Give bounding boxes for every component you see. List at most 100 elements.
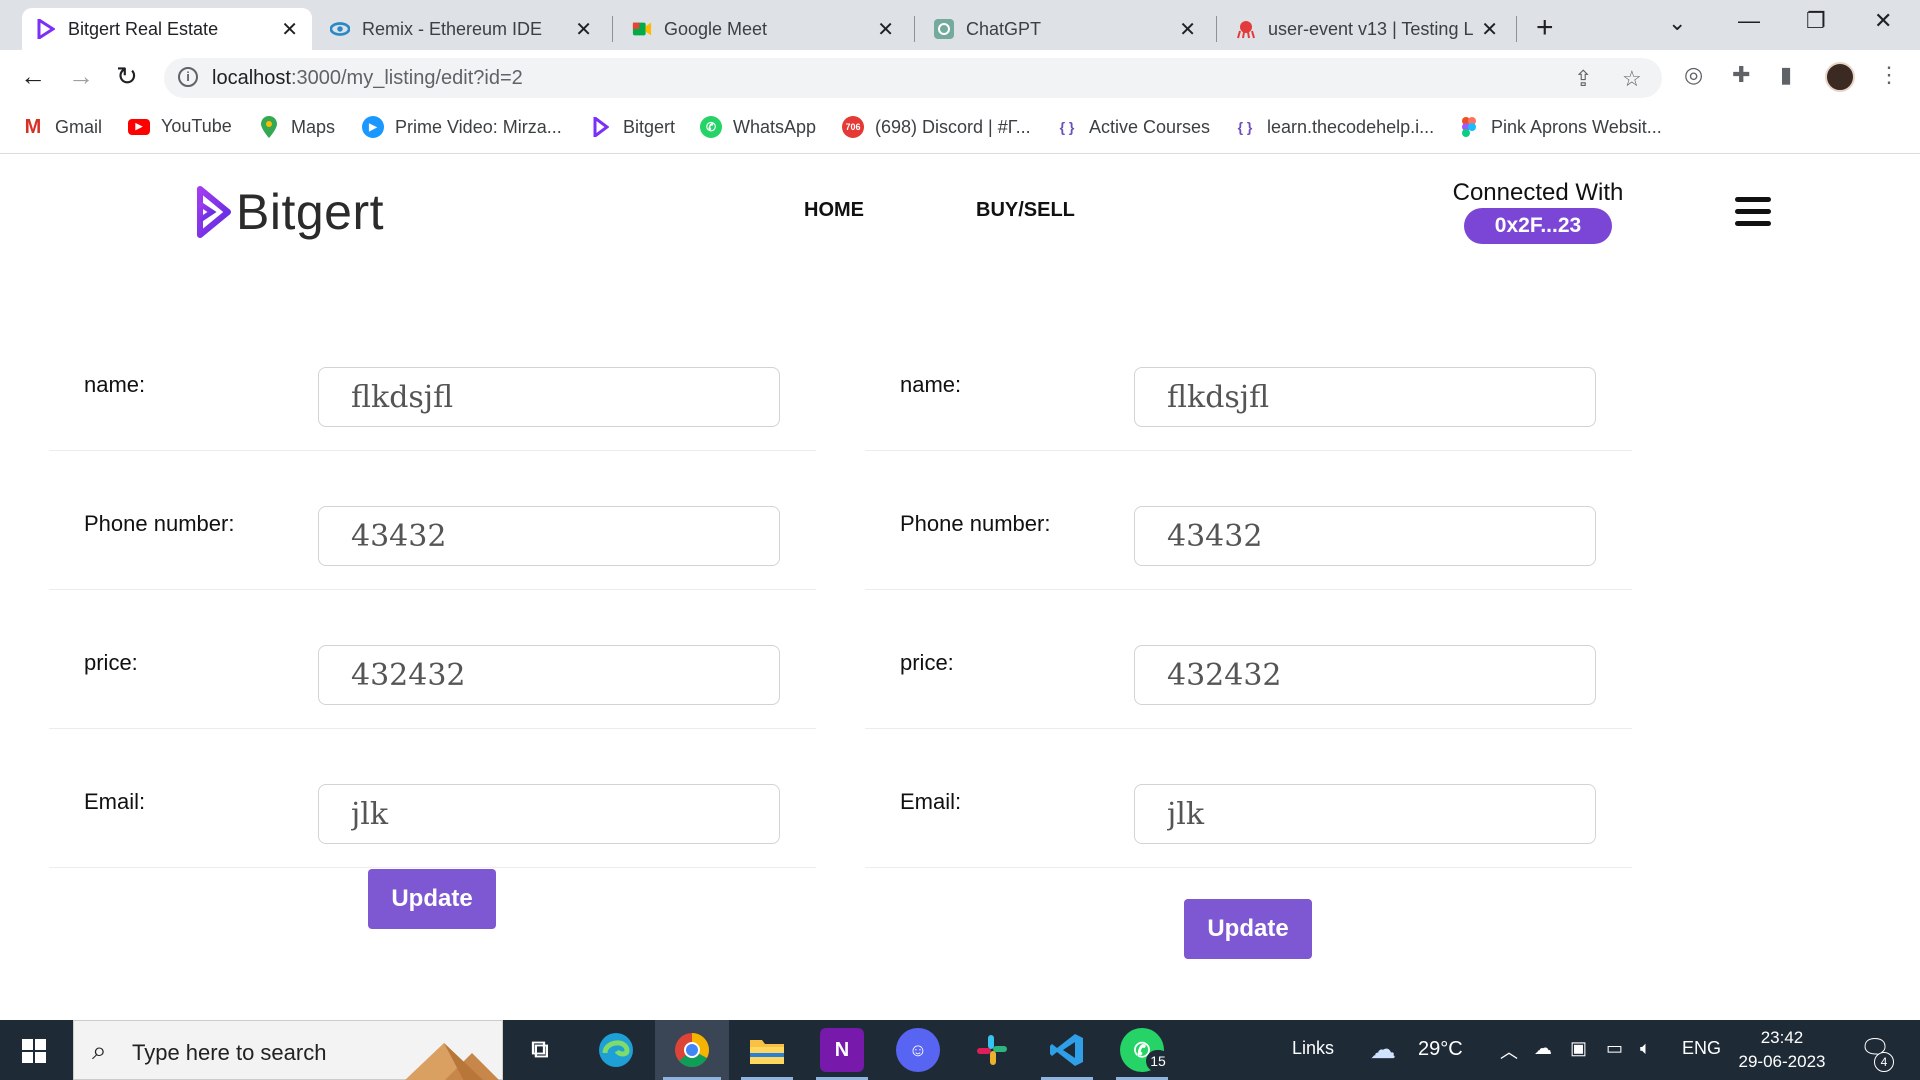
email-input[interactable] (318, 784, 780, 844)
profile-avatar[interactable] (1825, 62, 1855, 92)
tab-title: user-event v13 | Testing L (1268, 18, 1474, 39)
meet-now-icon[interactable]: ▣ (1570, 1038, 1587, 1059)
battery-icon[interactable]: ▭ (1606, 1038, 1623, 1059)
extensions-puzzle-icon[interactable]: ✚ (1732, 62, 1750, 88)
back-arrow-icon[interactable]: ← (20, 61, 46, 92)
brand-logo[interactable]: Bitgert (196, 183, 384, 241)
pyramids-illustration-icon (405, 1043, 499, 1080)
input-language[interactable]: ENG (1682, 1038, 1721, 1059)
field-label: Phone number: (900, 511, 1051, 536)
weather-cloud-icon[interactable]: ☁ (1370, 1034, 1396, 1065)
volume-icon[interactable]: 🔈︎ (1640, 1038, 1651, 1059)
octopus-icon (1236, 19, 1256, 39)
tab-title: Google Meet (664, 18, 768, 39)
tab-bitgert-real-estate[interactable]: Bitgert Real Estate ✕ (22, 8, 312, 50)
bookmark-maps[interactable]: Maps (258, 116, 335, 138)
bookmark-prime-video[interactable]: ▶ Prime Video: Mirza... (362, 116, 562, 138)
bookmark-label: YouTube (161, 116, 232, 136)
phone-input[interactable] (1134, 506, 1596, 566)
restore-icon[interactable]: ❐ (1806, 8, 1826, 34)
show-hidden-icons-chevron-icon[interactable]: ︿ (1500, 1038, 1518, 1064)
bookmark-pink-aprons[interactable]: Pink Aprons Websit... (1458, 116, 1662, 138)
url-path: :3000/my_listing/edit?id=2 (290, 67, 523, 89)
tab-search-chevron-icon[interactable]: ⌄ (1668, 10, 1686, 36)
bookmark-bitgert[interactable]: Bitgert (590, 116, 675, 138)
extension-circle-icon[interactable]: ◎ (1684, 62, 1703, 88)
tab-remix[interactable]: Remix - Ethereum IDE ✕ (316, 8, 606, 50)
field-label: name: (900, 372, 962, 397)
figma-icon (1458, 116, 1480, 138)
bookmark-youtube[interactable]: ▶ YouTube (128, 116, 232, 137)
close-icon[interactable]: ✕ (575, 17, 592, 42)
tab-title: ChatGPT (966, 18, 1042, 39)
close-icon[interactable]: ✕ (1481, 17, 1498, 42)
weather-temperature[interactable]: 29°C (1418, 1038, 1463, 1061)
name-input[interactable] (318, 367, 780, 427)
bookmark-gmail[interactable]: M Gmail (22, 116, 102, 138)
bitgert-icon (36, 19, 56, 39)
onedrive-error-icon[interactable]: ☁ (1534, 1038, 1552, 1059)
price-input[interactable] (1134, 645, 1596, 705)
close-icon[interactable]: ✕ (1179, 17, 1196, 42)
discord-icon[interactable]: ☺ (896, 1028, 940, 1072)
tab-user-event[interactable]: user-event v13 | Testing L ✕ (1222, 8, 1512, 50)
bookmark-label: WhatsApp (733, 116, 817, 137)
kebab-menu-icon[interactable]: ⋮ (1878, 62, 1900, 88)
bookmark-label: Gmail (55, 116, 103, 137)
windows-start-icon[interactable] (22, 1039, 46, 1063)
minimize-icon[interactable]: — (1738, 8, 1760, 34)
links-toolbar[interactable]: Links (1292, 1038, 1334, 1059)
bookmark-whatsapp[interactable]: ✆ WhatsApp (700, 116, 816, 138)
name-input[interactable] (1134, 367, 1596, 427)
slack-icon[interactable] (970, 1028, 1014, 1072)
side-panel-icon[interactable]: ▮ (1780, 62, 1792, 88)
field-label: Email: (84, 789, 146, 814)
taskbar-search-box[interactable]: ⌕ Type here to search (73, 1020, 503, 1080)
bookmark-label: (698) Discord | #Γ... (875, 116, 1031, 137)
edge-icon[interactable] (594, 1028, 638, 1072)
window-close-icon[interactable]: ✕ (1874, 8, 1892, 34)
update-button[interactable]: Update (368, 869, 496, 929)
brand-name: Bitgert (236, 184, 385, 240)
tab-divider (612, 16, 613, 42)
new-tab-plus-icon[interactable]: + (1536, 11, 1554, 45)
close-icon[interactable]: ✕ (877, 17, 894, 42)
phone-input[interactable] (318, 506, 780, 566)
bookmark-active-courses[interactable]: { } Active Courses (1056, 116, 1210, 138)
reload-icon[interactable]: ↻ (116, 61, 138, 92)
bookmark-label: Prime Video: Mirza... (395, 116, 562, 137)
task-view-icon[interactable]: ⧉ (518, 1028, 562, 1072)
search-placeholder: Type here to search (132, 1040, 327, 1065)
bookmark-star-icon[interactable]: ☆ (1622, 66, 1642, 92)
system-clock[interactable]: 23:42 29-06-2023 (1735, 1026, 1829, 1074)
field-label: price: (900, 650, 954, 675)
tab-divider (1216, 16, 1217, 42)
vscode-icon[interactable] (1045, 1028, 1089, 1072)
nav-buy-sell[interactable]: BUY/SELL (976, 199, 1075, 222)
address-bar[interactable]: i localhost:3000/my_listing/edit?id=2 ⇪ … (164, 58, 1662, 98)
nav-home[interactable]: HOME (804, 199, 864, 222)
clock-date: 29-06-2023 (1738, 1052, 1826, 1071)
tab-chatgpt[interactable]: ChatGPT ✕ (920, 8, 1210, 50)
onenote-icon[interactable]: N (820, 1028, 864, 1072)
youtube-icon: ▶ (128, 118, 150, 135)
share-icon[interactable]: ⇪ (1574, 66, 1592, 92)
file-explorer-icon[interactable] (745, 1028, 789, 1072)
chrome-icon[interactable] (670, 1028, 714, 1072)
maps-icon (258, 116, 280, 138)
prime-video-icon: ▶ (362, 116, 384, 138)
bookmark-discord[interactable]: 706 (698) Discord | #Γ... (842, 116, 1031, 138)
wallet-address-badge[interactable]: 0x2F...23 (1464, 208, 1612, 244)
url-text[interactable]: localhost:3000/my_listing/edit?id=2 (212, 67, 523, 90)
tab-title: Bitgert Real Estate (68, 18, 219, 39)
hamburger-menu-icon[interactable] (1735, 197, 1771, 233)
forward-arrow-icon[interactable]: → (68, 61, 94, 92)
update-button[interactable]: Update (1184, 899, 1312, 959)
field-label: price: (84, 650, 138, 675)
bookmark-learn-thecodehelp[interactable]: { } learn.thecodehelp.i... (1234, 116, 1435, 138)
email-input[interactable] (1134, 784, 1596, 844)
price-input[interactable] (318, 645, 780, 705)
site-info-icon[interactable]: i (178, 67, 198, 87)
close-icon[interactable]: ✕ (281, 17, 298, 42)
tab-google-meet[interactable]: Google Meet ✕ (618, 8, 908, 50)
